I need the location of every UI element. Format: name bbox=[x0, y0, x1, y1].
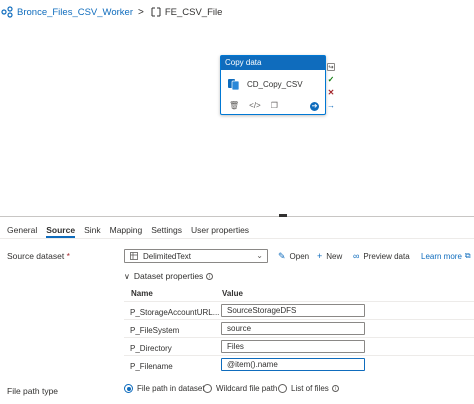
tab-sink[interactable]: Sink bbox=[84, 224, 101, 238]
col-header-name: Name bbox=[131, 289, 153, 298]
source-dataset-select[interactable]: DelimitedText ⌄ bbox=[124, 249, 268, 263]
learn-more-link[interactable]: Learn more ⧉ bbox=[421, 251, 471, 261]
tab-settings[interactable]: Settings bbox=[151, 224, 182, 238]
new-label: New bbox=[326, 251, 343, 261]
dataset-icon bbox=[130, 252, 138, 260]
chevron-down-icon: ⌄ bbox=[256, 251, 263, 260]
breadcrumb-current: FE_CSV_File bbox=[164, 6, 223, 18]
param-name: P_FileSystem bbox=[130, 326, 180, 335]
radio-label: File path in dataset bbox=[137, 384, 205, 393]
breadcrumb: Bronce_Files_CSV_Worker > FE_CSV_File bbox=[0, 5, 222, 19]
param-value-input[interactable]: SourceStorageDFS bbox=[221, 304, 365, 317]
param-name: P_Filename bbox=[130, 362, 173, 371]
tabs-divider bbox=[0, 238, 474, 239]
pipeline-canvas[interactable] bbox=[0, 20, 474, 216]
file-path-type-label: File path type bbox=[7, 386, 59, 396]
copy-data-activity[interactable]: Copy data CD_Copy_CSV 🗑 </> ❐ ➔ bbox=[220, 55, 326, 115]
delete-icon[interactable]: 🗑 bbox=[229, 101, 239, 110]
preview-label: Preview data bbox=[363, 251, 410, 261]
source-dataset-label: Source dataset * bbox=[7, 251, 70, 261]
radio-unselected-icon bbox=[203, 384, 212, 393]
success-handle-icon[interactable]: ✓ bbox=[327, 76, 335, 84]
breadcrumb-separator: > bbox=[137, 6, 144, 18]
foreach-icon bbox=[151, 7, 161, 17]
source-dataset-label-text: Source dataset bbox=[7, 251, 65, 261]
tab-general[interactable]: General bbox=[7, 224, 37, 238]
splitter-handle[interactable] bbox=[279, 214, 287, 217]
new-dataset-button[interactable]: + New bbox=[317, 251, 342, 261]
external-link-icon: ⧉ bbox=[464, 251, 471, 260]
radio-selected-icon bbox=[124, 384, 133, 393]
open-label: Open bbox=[289, 252, 310, 261]
activity-name: CD_Copy_CSV bbox=[247, 79, 303, 89]
col-header-value: Value bbox=[222, 289, 243, 298]
panel-splitter[interactable] bbox=[0, 216, 474, 217]
plus-icon: + bbox=[317, 251, 323, 261]
info-icon[interactable]: i bbox=[206, 272, 214, 280]
info-icon[interactable]: i bbox=[331, 385, 339, 392]
code-icon[interactable]: </> bbox=[249, 101, 261, 110]
param-name: P_StorageAccountURL... bbox=[130, 308, 220, 317]
failure-handle-icon[interactable]: ✕ bbox=[327, 89, 335, 97]
tab-mapping[interactable]: Mapping bbox=[110, 224, 143, 238]
preview-data-button[interactable]: ∞ Preview data bbox=[353, 251, 410, 261]
radio-label: List of files bbox=[291, 384, 329, 393]
copy-data-icon bbox=[228, 79, 240, 91]
param-name: P_Directory bbox=[130, 344, 172, 353]
properties-tabs: General Source Sink Mapping Settings Use… bbox=[0, 224, 251, 238]
clone-icon[interactable]: ❐ bbox=[271, 101, 278, 110]
open-dataset-button[interactable]: ✎ Open bbox=[278, 251, 309, 262]
radio-wildcard-file-path[interactable]: Wildcard file path bbox=[203, 384, 277, 393]
radio-label: Wildcard file path bbox=[216, 384, 278, 393]
radio-list-of-files[interactable]: List of files i bbox=[278, 384, 339, 393]
param-value-input[interactable]: Files bbox=[221, 340, 365, 353]
tab-source[interactable]: Source bbox=[46, 224, 76, 238]
completion-handle-icon[interactable]: → bbox=[327, 102, 335, 110]
skip-handle-icon[interactable]: ↪ bbox=[327, 63, 335, 71]
dataset-properties-title: Dataset properties bbox=[133, 271, 204, 281]
arrow-right-icon[interactable]: ➔ bbox=[310, 102, 319, 111]
required-marker: * bbox=[66, 251, 70, 261]
learn-more-label: Learn more bbox=[421, 251, 462, 261]
glasses-icon: ∞ bbox=[353, 251, 360, 261]
breadcrumb-pipeline-link[interactable]: Bronce_Files_CSV_Worker bbox=[17, 7, 133, 18]
tab-user-properties[interactable]: User properties bbox=[191, 224, 249, 238]
pencil-icon: ✎ bbox=[278, 251, 286, 261]
dataset-properties-header[interactable]: ∨ Dataset properties i bbox=[124, 271, 214, 281]
radio-unselected-icon bbox=[278, 384, 287, 393]
activity-type-label: Copy data bbox=[221, 56, 325, 70]
activity-output-handles: ↪ ✓ ✕ → bbox=[327, 63, 335, 115]
param-value-input[interactable]: source bbox=[221, 322, 365, 335]
radio-file-path-in-dataset[interactable]: File path in dataset bbox=[124, 384, 205, 393]
param-value-input[interactable]: @item().name bbox=[221, 358, 365, 371]
chevron-down-icon: ∨ bbox=[124, 271, 130, 281]
pipeline-icon bbox=[1, 6, 13, 18]
source-dataset-value: DelimitedText bbox=[143, 251, 192, 261]
